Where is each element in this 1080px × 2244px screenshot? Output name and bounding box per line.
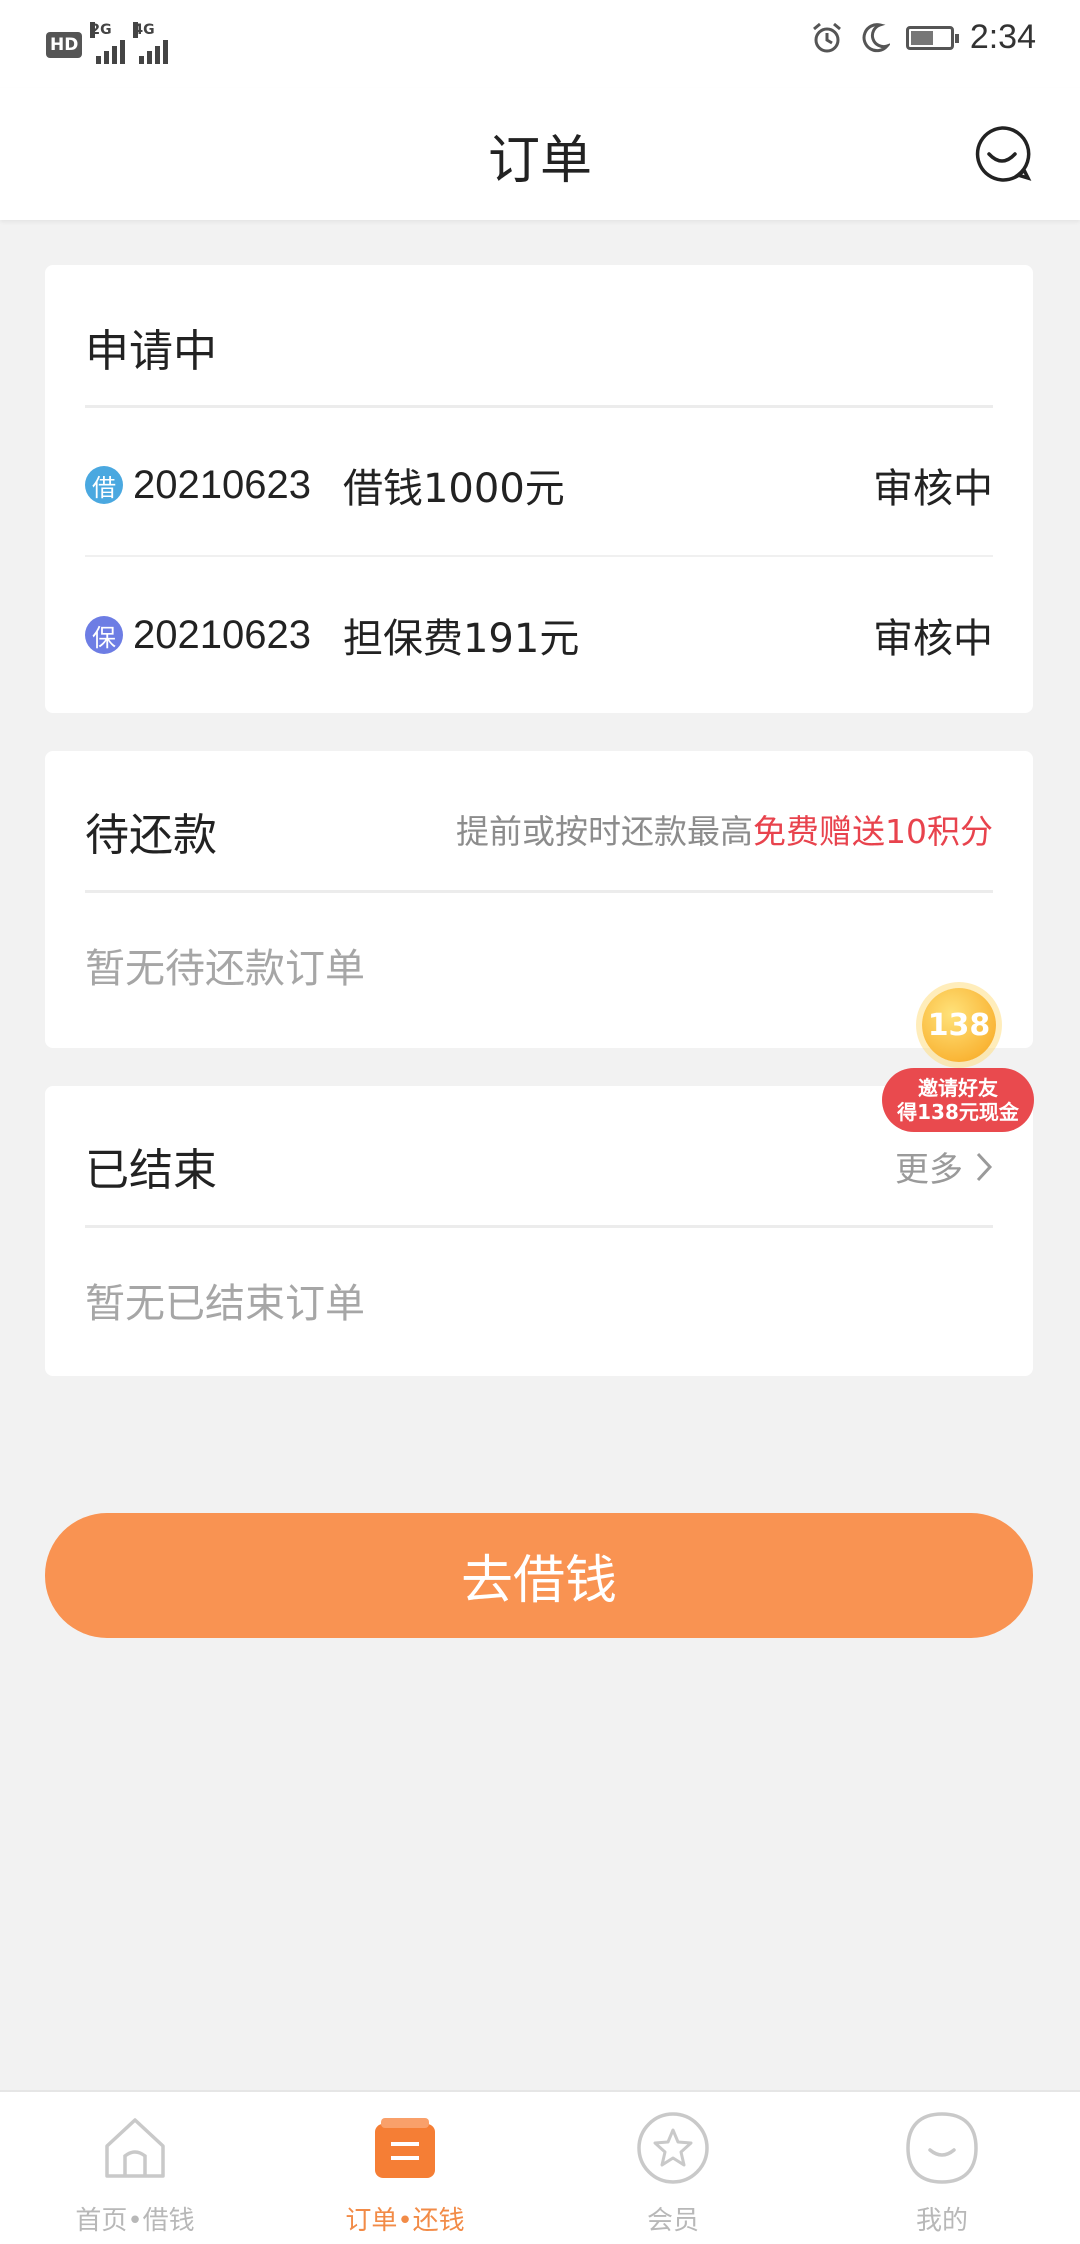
status-bar: HD 2G 4G 2:34 bbox=[0, 0, 1080, 88]
tab-member[interactable]: 会员 bbox=[573, 2110, 773, 2237]
signal-4g-icon: 4G bbox=[133, 22, 169, 64]
page-title: 订单 bbox=[487, 131, 592, 191]
status-left: HD 2G 4G bbox=[46, 22, 169, 64]
order-date: 20210623 bbox=[133, 462, 311, 507]
tab-orders[interactable]: 订单•还钱 bbox=[305, 2110, 505, 2237]
smile-icon bbox=[906, 2112, 978, 2184]
pending-empty-text: 暂无待还款订单 bbox=[85, 946, 365, 992]
net-2g-label: 2G bbox=[90, 22, 112, 38]
moon-icon bbox=[862, 22, 890, 52]
battery-icon bbox=[905, 25, 959, 50]
order-description: 担保费191元 bbox=[342, 616, 580, 662]
tab-label: 我的 bbox=[915, 2206, 968, 2236]
order-row-guarantee[interactable]: 保 20210623 担保费191元 审核中 bbox=[85, 600, 993, 670]
home-icon bbox=[105, 2118, 165, 2178]
row-divider bbox=[85, 555, 993, 557]
loan-badge-icon: 借 bbox=[85, 466, 123, 504]
order-status: 审核中 bbox=[873, 466, 993, 512]
customer-service-icon[interactable] bbox=[972, 124, 1032, 184]
divider bbox=[85, 405, 993, 408]
divider bbox=[85, 1225, 993, 1228]
promo-prefix: 提前或按时还款最高 bbox=[456, 812, 753, 851]
bottom-tab-bar: 首页•借钱 订单•还钱 会员 我的 bbox=[0, 2090, 1080, 2244]
chevron-right-icon bbox=[976, 1152, 993, 1181]
finished-title: 已结束 bbox=[85, 1145, 217, 1196]
tab-mine[interactable]: 我的 bbox=[842, 2110, 1042, 2237]
app-header: 订单 bbox=[0, 88, 1080, 220]
status-time: 2:34 bbox=[969, 18, 1036, 56]
divider bbox=[85, 890, 993, 893]
promo-highlight: 免费赠送10积分 bbox=[753, 812, 993, 851]
order-status: 审核中 bbox=[873, 616, 993, 662]
applying-card: 申请中 借 20210623 借钱1000元 审核中 保 20210623 担保… bbox=[45, 265, 1033, 713]
order-row-loan[interactable]: 借 20210623 借钱1000元 审核中 bbox=[85, 450, 993, 520]
order-date: 20210623 bbox=[133, 612, 311, 657]
invite-friends-badge[interactable]: 138 邀请好友 得138元现金 bbox=[882, 982, 1037, 1134]
star-icon bbox=[637, 2112, 709, 2184]
order-list-icon bbox=[375, 2118, 435, 2178]
invite-pill: 邀请好友 得138元现金 bbox=[882, 1068, 1034, 1132]
repay-promo-text: 提前或按时还款最高免费赠送10积分 bbox=[456, 805, 993, 853]
invite-line2: 得138元现金 bbox=[897, 1100, 1019, 1124]
status-right: 2:34 bbox=[810, 18, 1036, 57]
net-4g-label: 4G bbox=[133, 22, 155, 38]
invite-coin-icon: 138 bbox=[922, 988, 996, 1062]
go-borrow-button[interactable]: 去借钱 bbox=[45, 1513, 1033, 1638]
tab-label: 会员 bbox=[646, 2206, 699, 2236]
tab-label: 订单•还钱 bbox=[345, 2206, 465, 2236]
tab-label: 首页•借钱 bbox=[75, 2206, 195, 2236]
applying-title: 申请中 bbox=[85, 326, 217, 377]
tab-home[interactable]: 首页•借钱 bbox=[35, 2110, 235, 2237]
signal-2g-icon: 2G bbox=[90, 22, 126, 64]
hd-badge: HD bbox=[46, 32, 83, 58]
finished-empty-text: 暂无已结束订单 bbox=[85, 1281, 365, 1327]
invite-line1: 邀请好友 bbox=[918, 1076, 998, 1100]
more-link[interactable]: 更多 bbox=[895, 1142, 993, 1191]
alarm-icon bbox=[812, 22, 841, 52]
guarantee-badge-icon: 保 bbox=[85, 616, 123, 654]
order-description: 借钱1000元 bbox=[342, 466, 565, 512]
pending-title: 待还款 bbox=[85, 810, 217, 861]
more-label: 更多 bbox=[895, 1150, 963, 1190]
